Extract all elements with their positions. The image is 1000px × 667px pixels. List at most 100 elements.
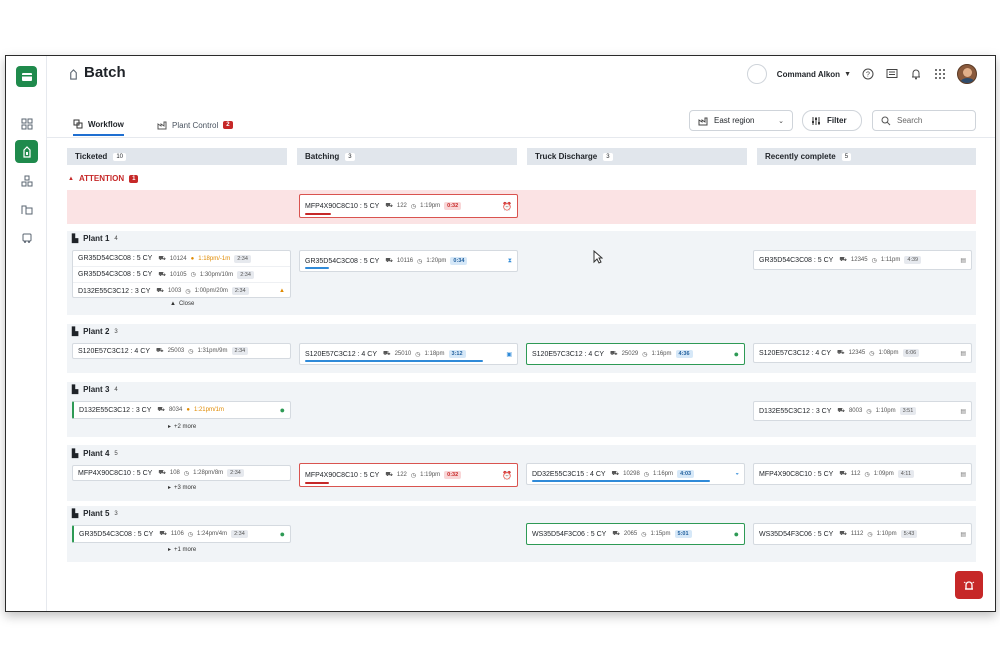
- clock-icon: ◷: [190, 272, 196, 278]
- filter-button[interactable]: Filter: [802, 110, 862, 131]
- expand-toggle[interactable]: ▸ +2 more: [168, 423, 196, 431]
- attention-label: ATTENTION: [78, 174, 125, 183]
- region-select[interactable]: East region ⌄: [689, 110, 793, 131]
- complete-card[interactable]: GR35D54C3C08 : 5 CY ⛟ 12345 ◷ 1:11pm 4:39 …: [753, 250, 972, 270]
- batching-card[interactable]: S120E57C3C12 : 4 CY ⛟ 25010 ◷ 1:18pm 3:12 …: [299, 343, 518, 365]
- discharge-card[interactable]: WS35D54F3C06 : 5 CY ⛟ 2065 ◷ 1:15pm 5:01 ●: [526, 523, 745, 545]
- ticket-card[interactable]: GR35D54C3C08 : 5 CY ⛟ 10105 ◷ 1:30pm/10m 2…: [73, 267, 290, 283]
- chevron-right-icon: ▸: [168, 424, 172, 430]
- tab-plant-control[interactable]: Plant Control 2: [157, 114, 233, 136]
- ticket-card[interactable]: GR35D54C3C08 : 5 CY ⛟ 10124 ● 1:18pm/-1m 2…: [73, 251, 290, 267]
- complete-card[interactable]: WS35D54F3C06 : 5 CY ⛟ 1112 ◷ 1:10pm 5:43 ▤: [753, 523, 972, 545]
- org-logo: [746, 64, 767, 84]
- filter-label: Filter: [827, 116, 847, 125]
- ticket-icon: ▤: [960, 257, 966, 264]
- truck-icon: ⛟: [612, 531, 620, 537]
- tab-plant-control-label: Plant Control: [172, 120, 219, 130]
- search-input[interactable]: Search: [872, 110, 976, 131]
- column-ticketed: Ticketed 10: [67, 148, 287, 165]
- batching-card[interactable]: GR35D54C3C08 : 5 CY ⛟ 10116 ◷ 1:20pm 0:34 …: [299, 250, 518, 272]
- apps-grid-icon[interactable]: [933, 67, 947, 81]
- alarm-icon: [963, 581, 975, 590]
- batch-plant-icon[interactable]: [15, 140, 38, 163]
- region-label: East region: [714, 116, 755, 125]
- clock-icon: ●: [190, 255, 195, 262]
- building-icon: ▙: [72, 234, 79, 243]
- page-title: Batch: [84, 64, 126, 81]
- clock-icon: ◷: [183, 470, 190, 477]
- chevron-down-icon[interactable]: ▼: [844, 71, 851, 78]
- plant-label[interactable]: ▙ Plant 23: [72, 327, 118, 336]
- batch-plant-icon: [68, 67, 79, 85]
- truck-icon: ⛟: [837, 408, 845, 414]
- header-actions: Command Alkon ▼ ?: [746, 62, 977, 86]
- avatar[interactable]: [957, 64, 977, 84]
- ticket-card[interactable]: S120E57C3C12 : 4 CY ⛟ 25003 ◷ 1:31pm/9m 2:…: [72, 343, 291, 359]
- org-switcher[interactable]: Command Alkon: [777, 70, 840, 79]
- plant-label[interactable]: ▙ Plant 45: [72, 449, 118, 458]
- filter-icon: [812, 116, 820, 125]
- chevron-down-icon: ⌄: [778, 117, 784, 125]
- truck-icon[interactable]: [15, 226, 38, 249]
- clock-icon: ◷: [642, 351, 648, 358]
- smile-icon: ●: [733, 349, 739, 359]
- attention-card[interactable]: MFP4X90C8C10 : 5 CY ⛟ 122 ◷ 1:19pm 0:32 ⏰: [299, 194, 518, 218]
- plants-icon[interactable]: [15, 197, 38, 220]
- complete-card[interactable]: MFP4X90C8C10 : 5 CY ⛟ 112 ◷ 1:09pm 4:11 ▤: [753, 463, 972, 485]
- plant-label[interactable]: ▙ Plant 53: [72, 509, 118, 518]
- help-icon[interactable]: ?: [861, 67, 875, 81]
- progress-bar: [305, 267, 329, 269]
- building-icon: ▙: [72, 327, 79, 336]
- progress-bar: [305, 482, 329, 484]
- building-icon: ▙: [72, 509, 79, 518]
- search-placeholder: Search: [897, 116, 923, 125]
- tabs-divider: [47, 137, 995, 138]
- clock-icon: ◷: [864, 471, 870, 478]
- dispatch-icon: ●: [279, 405, 285, 415]
- clock-icon: ◷: [417, 258, 423, 265]
- app-logo[interactable]: [16, 66, 37, 87]
- dashboard-icon[interactable]: [15, 112, 38, 135]
- truck-icon: ⛟: [385, 203, 393, 209]
- truck-icon: ⛟: [385, 258, 393, 264]
- attention-toggle[interactable]: ▲ ATTENTION 1: [68, 174, 139, 183]
- expand-toggle[interactable]: ▸ +1 more: [168, 546, 196, 554]
- plant-icon: [698, 117, 708, 125]
- alarm-icon: ⏰: [502, 470, 512, 480]
- discharge-card[interactable]: DD32E55C3C15 : 4 CY ⛟ 10298 ◷ 1:16pm 4:03 …: [526, 463, 745, 485]
- ticket-card[interactable]: MFP4X90C8C10 : 5 CY ⛟ 108 ◷ 1:28pm/8m 2:34: [72, 465, 291, 481]
- batching-card[interactable]: MFP4X90C8C10 : 5 CY ⛟ 122 ◷ 1:19pm 0:32 ⏰: [299, 463, 518, 487]
- ticket-card[interactable]: D132E55C3C12 : 3 CY ⛟ 8034 ● 1:21pm/1m ●: [72, 401, 291, 419]
- mouse-cursor-icon: [593, 250, 603, 264]
- alarm-fab-button[interactable]: [955, 571, 983, 599]
- truck-icon: ⛟: [157, 407, 165, 413]
- tab-workflow[interactable]: Workflow: [73, 114, 124, 136]
- resources-icon[interactable]: [15, 169, 38, 192]
- clock-icon: ◷: [185, 288, 191, 295]
- complete-card[interactable]: D132E55C3C12 : 3 CY ⛟ 8003 ◷ 1:10pm 3:51 ▤: [753, 401, 972, 421]
- plant-control-icon: [157, 121, 167, 130]
- hourglass-icon: ⧗: [507, 257, 512, 264]
- clock-icon: ●: [186, 407, 190, 413]
- clock-icon: ◷: [643, 471, 650, 478]
- discharge-card[interactable]: S120E57C3C12 : 4 CY ⛟ 25029 ◷ 1:16pm 4:36 …: [526, 343, 745, 365]
- plant-label[interactable]: ▙ Plant 34: [72, 385, 118, 394]
- truck-icon: ⛟: [158, 271, 166, 278]
- ticket-card[interactable]: GR35D54C3C08 : 5 CY ⛟ 1106 ◷ 1:24pm/4m 2:3…: [72, 525, 291, 543]
- chevron-right-icon: ▸: [168, 547, 172, 553]
- expand-toggle[interactable]: ▸ +3 more: [168, 484, 196, 492]
- alarm-icon[interactable]: ⏰: [502, 202, 512, 211]
- progress-bar: [305, 213, 331, 215]
- collapse-toggle[interactable]: ▲ Close: [170, 301, 194, 307]
- bell-icon[interactable]: [909, 67, 923, 81]
- progress-bar: [305, 360, 483, 362]
- complete-card[interactable]: S120E57C3C12 : 4 CY ⛟ 12345 ◷ 1:08pm 6:06 …: [753, 343, 972, 363]
- plant-label[interactable]: ▙ Plant 14: [72, 234, 118, 243]
- ticket-card[interactable]: D132E55C3C12 : 3 CY ⛟ 1003 ◷ 1:00pm/20m 2:…: [73, 283, 290, 299]
- tab-badge: 2: [223, 121, 233, 129]
- attention-row: [67, 190, 976, 224]
- messages-icon[interactable]: [885, 67, 899, 81]
- truck-icon: ⛟: [159, 531, 167, 537]
- ticket-time: 1:19pm: [420, 203, 441, 209]
- truck-icon: ⛟: [156, 288, 164, 294]
